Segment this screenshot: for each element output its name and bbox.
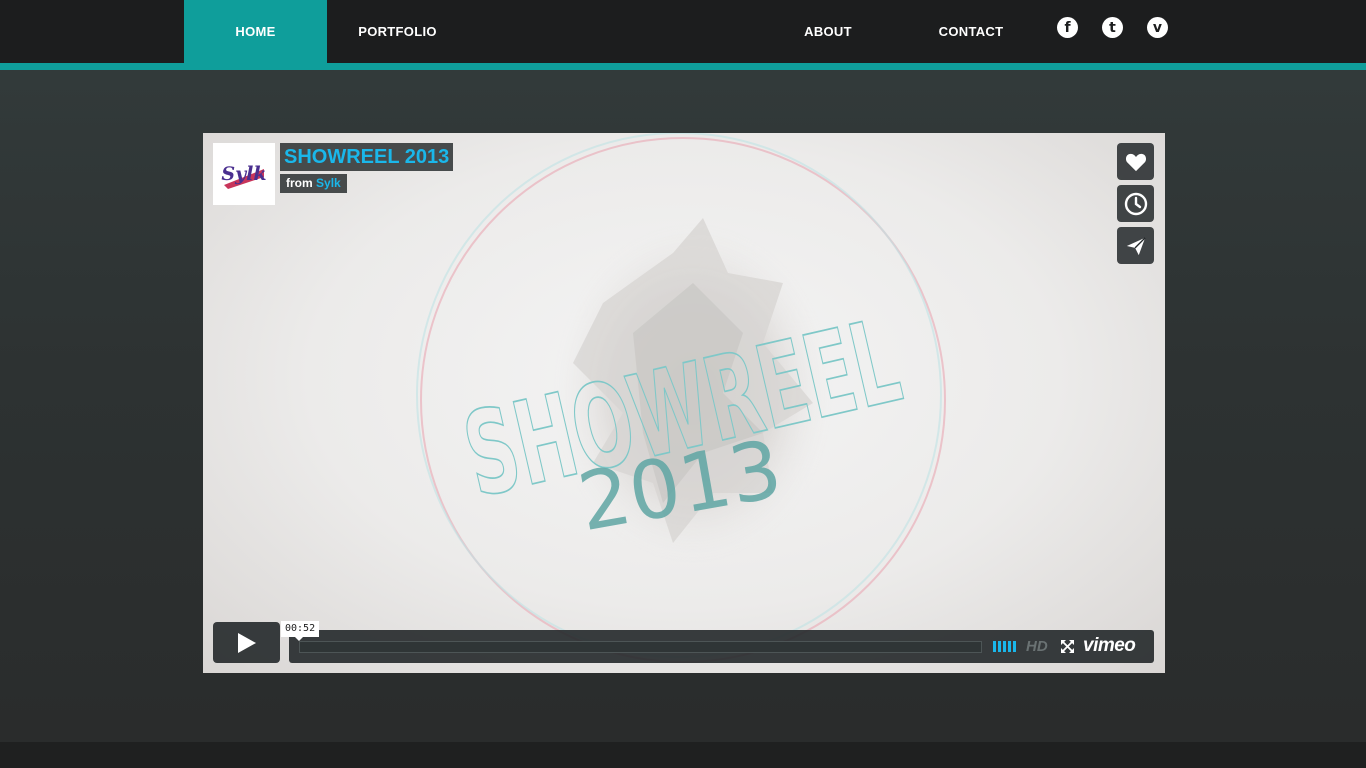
play-icon (237, 632, 256, 653)
control-bar: HD vimeo (289, 630, 1154, 663)
byline-from: from (286, 176, 313, 190)
heart-icon (1125, 153, 1146, 171)
clock-icon (1124, 192, 1147, 215)
progress-bar[interactable] (299, 641, 982, 653)
facebook-icon[interactable]: f (1057, 17, 1078, 38)
send-icon (1126, 236, 1146, 255)
video-byline: from Sylk (280, 174, 347, 193)
play-button[interactable] (213, 622, 280, 663)
nav-portfolio[interactable]: PORTFOLIO (340, 0, 455, 63)
volume-bar (1008, 641, 1011, 652)
vimeo-logo[interactable]: vimeo (1083, 635, 1136, 657)
time-tooltip: 00:52 (281, 621, 320, 641)
volume-bar (993, 641, 996, 652)
svg-text:Sylk: Sylk (221, 163, 266, 185)
nav-accent-line (0, 63, 1366, 70)
nav-about[interactable]: ABOUT (784, 0, 872, 63)
video-title[interactable]: SHOWREEL 2013 (280, 143, 454, 171)
footer-bar (0, 742, 1366, 768)
volume-bar (1013, 641, 1016, 652)
author-link[interactable]: Sylk (316, 176, 341, 190)
video-title-block: SHOWREEL 2013 from Sylk (280, 143, 454, 193)
vimeo-icon[interactable]: v (1147, 17, 1168, 38)
channel-thumbnail[interactable]: Sylk (213, 143, 275, 205)
nav-contact[interactable]: CONTACT (920, 0, 1022, 63)
like-button[interactable] (1117, 143, 1154, 180)
twitter-icon[interactable]: t (1102, 17, 1123, 38)
share-button[interactable] (1117, 227, 1154, 264)
fullscreen-icon (1061, 640, 1074, 653)
video-player[interactable]: SHOWREEL 2013 Sylk SHOWREEL 2013 from Sy… (203, 133, 1165, 673)
volume-bar (1003, 641, 1006, 652)
video-frame: SHOWREEL 2013 (416, 133, 946, 663)
volume-control[interactable] (993, 641, 1016, 652)
volume-bar (998, 641, 1001, 652)
nav-home[interactable]: HOME (184, 0, 327, 63)
fullscreen-button[interactable] (1061, 640, 1074, 658)
watch-later-button[interactable] (1117, 185, 1154, 222)
sylk-logo: Sylk (220, 155, 268, 193)
hd-toggle[interactable]: HD (1026, 638, 1048, 655)
